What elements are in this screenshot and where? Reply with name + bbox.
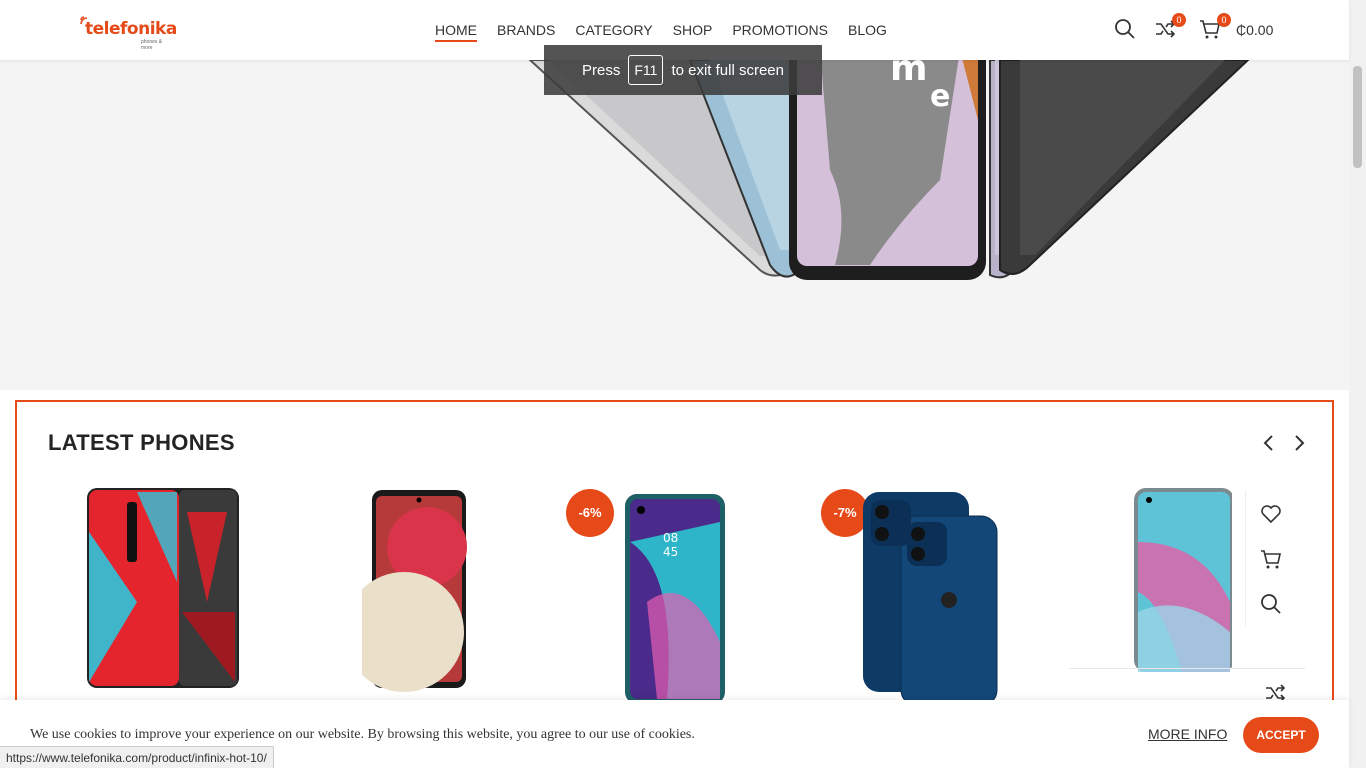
discount-badge: -6% [566, 489, 614, 537]
search-icon[interactable] [1114, 18, 1138, 42]
logo-text: telefonika [85, 19, 177, 39]
more-info-link[interactable]: MORE INFO [1148, 726, 1227, 742]
svg-text:08: 08 [663, 531, 678, 545]
nav-brands[interactable]: BRANDS [497, 20, 555, 42]
compare-count-badge: 0 [1172, 13, 1186, 27]
samsung-galaxy-phone-image [344, 490, 467, 692]
product-card[interactable] [77, 482, 277, 712]
product-card[interactable] [344, 482, 562, 712]
nav-shop[interactable]: SHOP [673, 20, 713, 42]
page-scrollbar[interactable] [1349, 0, 1366, 768]
hero-phones-image: m e [528, 60, 1250, 280]
toast-suffix: to exit full screen [671, 61, 784, 79]
hero-banner[interactable]: m e [0, 60, 1349, 390]
status-bar-url: https://www.telefonika.com/product/infin… [0, 746, 274, 768]
nav-blog[interactable]: BLOG [848, 20, 887, 42]
cookie-text: We use cookies to improve your experienc… [30, 727, 695, 742]
add-to-cart-icon[interactable] [1259, 547, 1283, 571]
main-nav: HOME BRANDS CATEGORY SHOP PROMOTIONS BLO… [435, 20, 907, 42]
nav-home[interactable]: HOME [435, 20, 477, 42]
toast-key: F11 [628, 55, 664, 85]
scrollbar-thumb[interactable] [1353, 66, 1362, 168]
cart-icon[interactable]: 0 [1199, 13, 1231, 42]
svg-text:e: e [930, 79, 950, 114]
cart-total[interactable]: ₵0.00 [1236, 22, 1273, 38]
accept-button[interactable]: ACCEPT [1243, 717, 1319, 753]
iphone-12-image [863, 492, 998, 707]
cart-count-badge: 0 [1217, 13, 1231, 27]
fullscreen-toast: Press F11 to exit full screen [544, 45, 822, 95]
tecno-camon-phone-image: 08 45 [625, 494, 725, 704]
quick-view-search-icon[interactable] [1259, 592, 1283, 616]
site-logo[interactable]: telefonika phones & more [79, 14, 177, 51]
infinix-hot-phone-image [1134, 488, 1234, 672]
product-actions [1245, 490, 1305, 626]
logo-subtitle: phones & more [141, 39, 163, 51]
wishlist-heart-icon[interactable] [1259, 502, 1283, 526]
nav-category[interactable]: CATEGORY [575, 20, 652, 42]
compare-icon[interactable]: 0 [1154, 13, 1186, 42]
carousel-next-icon[interactable] [1292, 434, 1306, 452]
svg-text:45: 45 [663, 545, 678, 559]
red-magic-phone-image [87, 488, 239, 688]
nav-promotions[interactable]: PROMOTIONS [732, 20, 828, 42]
carousel-prev-icon[interactable] [1262, 434, 1276, 452]
product-card[interactable]: 08 45 [617, 482, 817, 712]
toast-press: Press [582, 61, 621, 79]
product-card[interactable] [857, 482, 1057, 712]
card-divider [1069, 668, 1305, 669]
section-title: LATEST PHONES [48, 430, 235, 455]
svg-text:m: m [890, 60, 928, 89]
